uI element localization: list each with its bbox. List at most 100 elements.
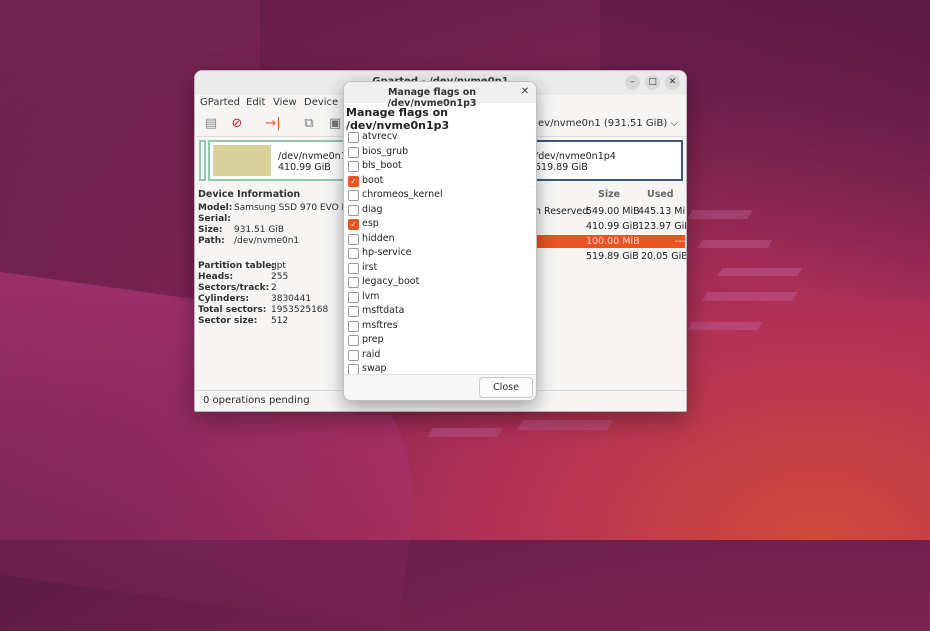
flag-label: legacy_boot xyxy=(362,276,420,287)
partition-table: Size Used n Reserved 549.00 MiB 445.13 M… xyxy=(535,189,687,269)
wallpaper-petal xyxy=(427,428,503,437)
wallpaper-petal xyxy=(687,210,753,219)
table-cell-size: 519.89 GiB xyxy=(586,251,639,262)
partition-block-p2[interactable]: /dev/nvme0n1p2 410.99 GiB xyxy=(208,140,359,181)
flag-row-legacy_boot[interactable]: legacy_boot xyxy=(348,276,528,290)
col-header-size[interactable]: Size xyxy=(598,189,620,200)
chevron-down-icon: ⌵ xyxy=(670,118,678,129)
flag-label: hp-service xyxy=(362,247,412,258)
table-cell-used: 445.13 MiB xyxy=(638,206,687,217)
flag-label: esp xyxy=(362,218,379,229)
flag-row-atvrecv[interactable]: atvrecv xyxy=(348,131,528,145)
table-row-selected[interactable]: 100.00 MiB --- xyxy=(535,235,685,248)
info-path: Path:/dev/nvme0n1 xyxy=(198,236,300,246)
flag-label: irst xyxy=(362,261,378,273)
menu-gparted[interactable]: GParted xyxy=(200,97,240,108)
table-cell-used: 20.05 GiB xyxy=(641,251,687,262)
partition-block-p1[interactable] xyxy=(199,140,206,181)
flag-row-esp[interactable]: ✓ esp xyxy=(348,218,528,232)
flag-row-hidden[interactable]: hidden xyxy=(348,233,528,247)
minimize-icon[interactable]: – xyxy=(625,75,640,90)
flag-row-boot[interactable]: ✓ boot xyxy=(348,175,528,189)
flag-row-prep[interactable]: prep xyxy=(348,334,528,348)
dialog-titlebar[interactable]: Manage flags on /dev/nvme0n1p3 ✕ xyxy=(344,82,536,109)
new-partition-icon[interactable]: ▤ xyxy=(203,116,219,132)
flag-checkbox-prep[interactable] xyxy=(348,335,359,346)
info-cylinders: Cylinders: 3830441 xyxy=(198,294,312,304)
table-cell-used: 123.97 GiB xyxy=(638,221,687,232)
flag-checkbox-lvm[interactable] xyxy=(348,291,359,303)
copy-icon[interactable]: ⧉ xyxy=(301,116,317,132)
flag-checkbox-diag[interactable] xyxy=(348,204,359,216)
table-cell-size: 410.99 GiB xyxy=(586,221,639,232)
close-icon[interactable]: ✕ xyxy=(519,86,531,98)
flag-checkbox-hidden[interactable] xyxy=(348,233,359,245)
info-serial: Serial: xyxy=(198,214,231,224)
flag-checkbox-esp[interactable]: ✓ xyxy=(348,219,359,230)
flag-label: hidden xyxy=(362,232,395,244)
info-sectors-track: Sectors/track: 2 xyxy=(198,283,277,293)
flag-label: lvm xyxy=(362,290,380,302)
col-header-used[interactable]: Used xyxy=(647,189,674,200)
flag-label: bls_boot xyxy=(362,160,402,171)
device-selector-label: /dev/nvme0n1 (931.51 GiB) xyxy=(528,118,668,129)
flag-checkbox-bios_grub[interactable] xyxy=(348,146,359,158)
flag-label: raid xyxy=(362,348,381,360)
flag-label: msftres xyxy=(362,319,398,331)
info-partition-table: Partition table: gpt xyxy=(198,261,286,271)
close-button[interactable]: Close xyxy=(479,377,533,398)
flag-label: swap xyxy=(362,363,387,374)
partition-p4-size: 519.89 GiB xyxy=(535,162,588,173)
flag-row-bls_boot[interactable]: bls_boot xyxy=(348,160,528,174)
status-text: 0 operations pending xyxy=(203,395,310,406)
flag-checkbox-bls_boot[interactable] xyxy=(348,161,359,172)
flag-checkbox-chromeos_kernel[interactable] xyxy=(348,190,359,201)
flag-label: diag xyxy=(362,203,383,215)
partition-p4-name: /dev/nvme0n1p4 xyxy=(535,151,616,162)
partition-block-p4[interactable]: /dev/nvme0n1p4 519.89 GiB xyxy=(535,140,683,181)
flag-row-msftdata[interactable]: msftdata xyxy=(348,305,528,319)
device-selector[interactable]: /dev/nvme0n1 (931.51 GiB) ⌵ xyxy=(514,115,678,133)
info-sector-size: Sector size: 512 xyxy=(198,316,289,326)
info-total-sectors: Total sectors: 1953525168 xyxy=(198,305,329,315)
table-cell-size: 549.00 MiB xyxy=(586,206,640,217)
dialog-heading: Manage flags on /dev/nvme0n1p3 xyxy=(346,106,450,132)
device-info-title: Device Information xyxy=(198,189,301,200)
flag-checkbox-legacy_boot[interactable] xyxy=(348,277,359,288)
flag-row-chromeos_kernel[interactable]: chromeos_kernel xyxy=(348,189,528,203)
flag-row-msftres[interactable]: msftres xyxy=(348,320,528,334)
wallpaper-petal xyxy=(702,292,798,301)
maximize-icon[interactable]: □ xyxy=(645,75,660,90)
flag-row-bios_grub[interactable]: bios_grub xyxy=(348,146,528,160)
delete-icon[interactable]: ⊘ xyxy=(229,116,245,132)
flag-checkbox-irst[interactable] xyxy=(348,262,359,274)
menu-device[interactable]: Device xyxy=(304,97,338,108)
close-icon[interactable]: ✕ xyxy=(665,75,680,90)
flag-checkbox-msftdata[interactable] xyxy=(348,306,359,317)
flag-row-raid[interactable]: raid xyxy=(348,349,528,363)
wallpaper-petal xyxy=(517,420,613,430)
menu-view[interactable]: View xyxy=(273,97,297,108)
flag-checkbox-atvrecv[interactable] xyxy=(348,132,359,143)
info-heads: Heads: 255 xyxy=(198,272,289,282)
flag-row-hp-service[interactable]: hp-service xyxy=(348,247,528,261)
info-size: Size: 931.51 GiB xyxy=(198,225,285,235)
wallpaper-petal xyxy=(697,240,773,248)
menu-edit[interactable]: Edit xyxy=(246,97,265,108)
partition-p2-size: 410.99 GiB xyxy=(278,162,331,173)
partition-usage-fill xyxy=(213,145,271,176)
resize-move-icon[interactable]: →| xyxy=(265,116,281,132)
paste-icon[interactable]: ▣ xyxy=(327,116,343,132)
table-cell-label: n Reserved xyxy=(535,206,589,217)
flag-label: prep xyxy=(362,334,384,345)
device-info-panel: Device Information Model: Samsung SSD 970… xyxy=(197,189,360,389)
wallpaper-petal xyxy=(687,322,763,330)
flag-row-irst[interactable]: irst xyxy=(348,262,528,276)
flag-checkbox-boot[interactable]: ✓ xyxy=(348,175,359,187)
flag-checkbox-raid[interactable] xyxy=(348,349,359,361)
flag-row-diag[interactable]: diag xyxy=(348,204,528,218)
flag-row-lvm[interactable]: lvm xyxy=(348,291,528,305)
flag-checkbox-hp-service[interactable] xyxy=(348,248,359,259)
flag-checkbox-msftres[interactable] xyxy=(348,320,359,332)
manage-flags-dialog: Manage flags on /dev/nvme0n1p3 ✕ Manage … xyxy=(343,81,537,401)
